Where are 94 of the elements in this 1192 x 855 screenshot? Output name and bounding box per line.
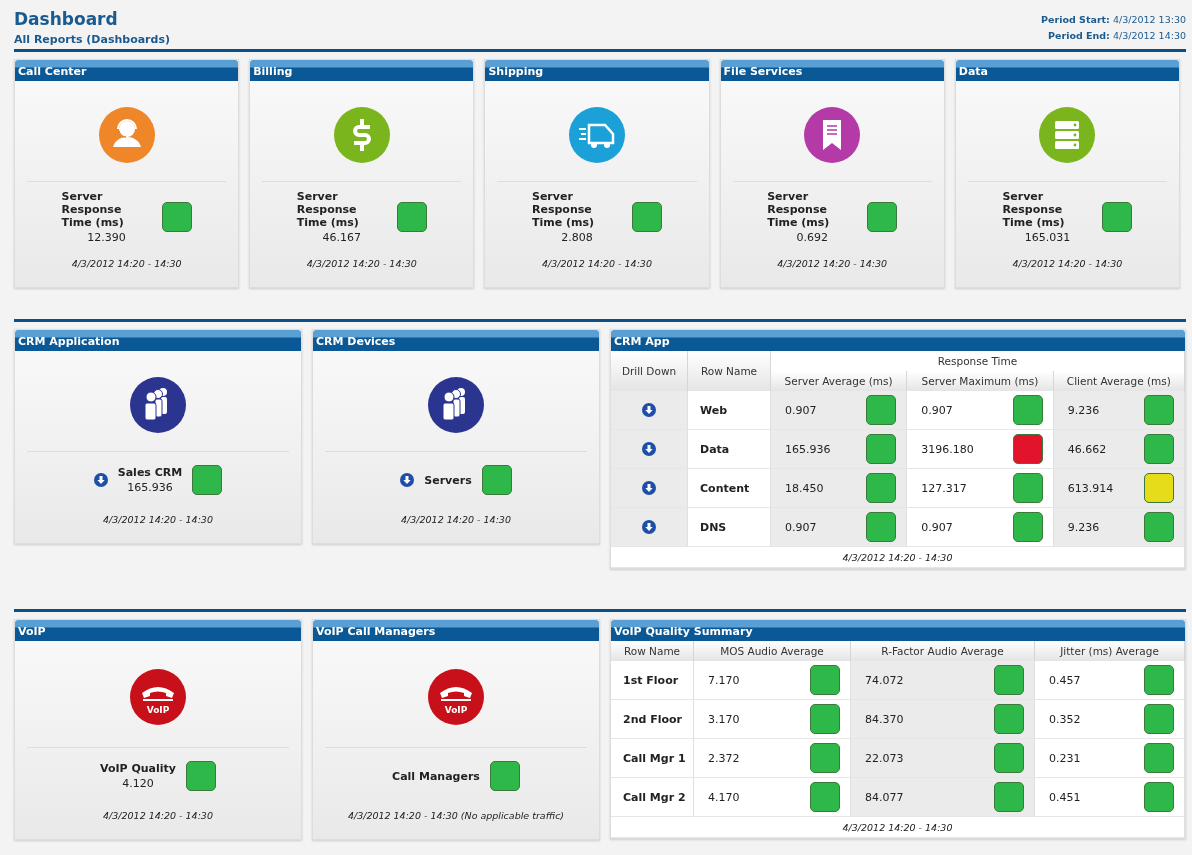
table-cell: 84.370 [864, 712, 904, 726]
metric-label: Server Response Time (ms) [296, 190, 360, 229]
column-header: Jitter (ms) Average [1034, 641, 1185, 661]
period-value: 4/3/2012 14:30 [1112, 30, 1186, 41]
panel-title: Call Center [15, 60, 239, 81]
metric-value: 46.167 [322, 231, 362, 244]
table-cell: 0.907 [921, 520, 953, 534]
row-name: Content [687, 468, 771, 508]
metric-value: 4.120 [122, 777, 154, 790]
row-name: Data [687, 429, 771, 469]
time-range: 4/3/2012 14:20 - 14:30 [70, 257, 183, 271]
time-range: 4/3/2012 14:20 - 14:30 [776, 257, 889, 271]
row-name: Web [687, 391, 771, 430]
metric-label: Servers [424, 473, 472, 487]
table-cell: 0.907 [785, 520, 817, 534]
column-header: Server Average (ms) [770, 371, 907, 391]
metric-value: 0.692 [796, 231, 828, 244]
table-cell: 127.317 [921, 481, 967, 495]
metric-label: VoIP Quality [100, 762, 176, 775]
panel-title: CRM Devices [313, 330, 599, 351]
table-cell: 3.170 [708, 712, 740, 726]
panel-title: VoIP Call Managers [313, 620, 599, 641]
table-cell: 613.914 [1067, 481, 1114, 495]
panel-title: VoIP Quality Summary [611, 620, 1185, 641]
column-header: Row Name [611, 641, 694, 661]
column-header: Row Name [687, 351, 771, 391]
metric-label: Server Response Time (ms) [532, 190, 596, 229]
icon-label: VoIP [444, 705, 468, 715]
panel-title: Shipping [485, 60, 709, 81]
panel-title: VoIP [15, 620, 301, 641]
table-cell: 2.372 [708, 751, 740, 765]
metric-value: 165.031 [1024, 231, 1071, 244]
metric-label: Server Response Time (ms) [61, 190, 125, 229]
drill-down-icon[interactable] [400, 473, 415, 487]
table-cell: 18.450 [785, 481, 824, 495]
metric-label: Server Response Time (ms) [1002, 190, 1066, 229]
icon-label: VoIP [146, 705, 170, 715]
row-name: 1st Floor [611, 661, 694, 700]
time-range: 4/3/2012 14:20 - 14:30 [102, 513, 214, 527]
table-cell: 0.451 [1049, 790, 1081, 804]
drill-down-icon[interactable] [642, 481, 656, 495]
time-range: 4/3/2012 14:20 - 14:30 [842, 821, 953, 833]
table-cell: 22.073 [864, 751, 904, 765]
table-cell: 165.936 [785, 442, 831, 456]
column-header: Drill Down [611, 351, 688, 391]
panel-title: Billing [250, 60, 474, 81]
drill-down-icon[interactable] [642, 442, 656, 456]
time-range: 4/3/2012 14:20 - 14:30 [102, 809, 214, 823]
period-label: Period Start: [1041, 14, 1110, 25]
table-cell: 0.352 [1049, 712, 1081, 726]
row-name: Call Mgr 1 [611, 738, 694, 778]
table-cell: 3196.180 [921, 442, 974, 456]
column-header: MOS Audio Average [693, 641, 851, 661]
table-cell: 9.236 [1067, 520, 1100, 534]
drill-down-icon[interactable] [93, 473, 108, 487]
metric-label: Call Managers [392, 769, 480, 783]
table-cell: 7.170 [708, 673, 740, 687]
time-range: 4/3/2012 14:20 - 14:30 [541, 257, 653, 271]
metric-value: 12.390 [87, 231, 126, 244]
drill-down-icon[interactable] [642, 403, 656, 417]
table-cell: 0.457 [1049, 673, 1081, 687]
metric-label: Server Response Time (ms) [767, 190, 831, 229]
table-cell: 0.907 [921, 403, 953, 417]
table-cell: 84.077 [864, 790, 904, 804]
row-name: DNS [687, 507, 771, 547]
table-cell: 0.231 [1049, 751, 1081, 765]
group-header: Response Time [770, 351, 1185, 371]
time-range: 4/3/2012 14:20 - 14:30 [842, 551, 953, 563]
panel-title: Data [955, 60, 1179, 81]
breadcrumb-link[interactable]: All Reports (Dashboards) [14, 33, 170, 46]
table-cell: 9.236 [1067, 403, 1100, 417]
table-cell: 4.170 [708, 790, 740, 804]
time-range: 4/3/2012 14:20 - 14:30 (No applicable traffic) [346, 809, 566, 823]
table-cell: 74.072 [864, 673, 904, 687]
row-name: Call Mgr 2 [611, 777, 694, 817]
time-range: 4/3/2012 14:20 - 14:30 [400, 513, 512, 527]
period-value: 4/3/2012 13:30 [1112, 14, 1186, 25]
panel-title: CRM App [611, 330, 1185, 351]
table-cell: 46.662 [1067, 442, 1107, 456]
metric-label: Sales CRM [117, 466, 183, 479]
column-header: Server Maximum (ms) [906, 371, 1054, 391]
drill-down-icon[interactable] [642, 520, 656, 534]
row-name: 2nd Floor [611, 699, 694, 739]
time-range: 4/3/2012 14:20 - 14:30 [305, 257, 418, 271]
column-header: R-Factor Audio Average [850, 641, 1035, 661]
table-cell: 0.907 [785, 403, 817, 417]
page-title: Dashboard [14, 8, 119, 30]
metric-value: 2.808 [561, 231, 593, 244]
period-label: Period End: [1048, 30, 1110, 41]
time-range: 4/3/2012 14:20 - 14:30 [1011, 257, 1124, 271]
metric-value: 165.936 [127, 481, 173, 494]
column-header: Client Average (ms) [1053, 371, 1185, 391]
panel-title: CRM Application [15, 330, 301, 351]
panel-title: File Services [720, 60, 944, 81]
